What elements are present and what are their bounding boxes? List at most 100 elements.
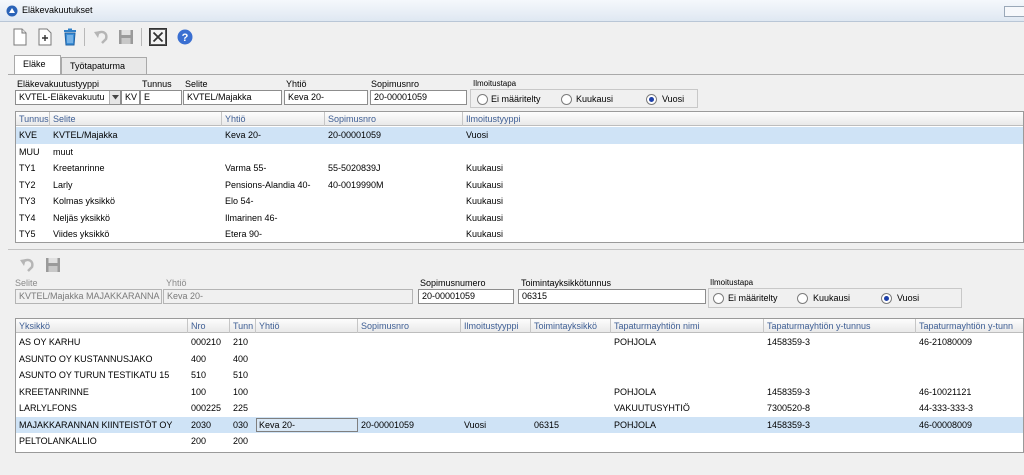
close-button[interactable] bbox=[148, 27, 168, 47]
company-field[interactable]: Keva 20- bbox=[284, 90, 368, 105]
table-cell: Vuosi bbox=[464, 419, 487, 430]
close-icon bbox=[149, 28, 167, 46]
chevron-down-icon[interactable] bbox=[109, 91, 120, 104]
lower-contract-label: Sopimusnumero bbox=[420, 278, 486, 288]
table-cell: MUU bbox=[19, 146, 40, 157]
code-field[interactable]: E bbox=[140, 90, 182, 105]
column-header[interactable]: Nro bbox=[188, 319, 230, 333]
table-row[interactable]: TY3 Kolmas yksikkö Elo 54- Kuukausi bbox=[16, 193, 1023, 210]
table-cell: VAKUUTUSYHTIÖ bbox=[614, 403, 690, 413]
toolbar-separator bbox=[141, 28, 142, 46]
radio-monthly[interactable] bbox=[561, 94, 572, 105]
table-cell: Larly bbox=[53, 179, 73, 190]
table-cell: AS OY KARHU bbox=[19, 337, 81, 347]
table-cell: Elo 54- bbox=[225, 196, 254, 206]
column-header[interactable]: Tapaturmayhtiön nimi bbox=[611, 319, 764, 333]
table-cell: KVE bbox=[19, 130, 38, 140]
table-cell: 200 bbox=[233, 436, 249, 446]
table-row[interactable]: TY1 Kreetanrinne Varma 55- 55-5020839J Kuuka… bbox=[16, 160, 1023, 177]
add-button[interactable] bbox=[35, 27, 55, 47]
table-row[interactable]: MAJAKKARANNAN KIINTEISTÖT OY 2030 030 Keva … bbox=[16, 416, 1023, 433]
table-cell: 46-10021121 bbox=[919, 386, 972, 397]
table-row[interactable]: KREETANRINNE 100 100 POHJOLA 1458359-3 46-100… bbox=[16, 384, 1023, 401]
column-header[interactable]: Ilmoitustyyppi bbox=[461, 319, 531, 333]
detail-undo-button[interactable] bbox=[17, 255, 37, 275]
column-header[interactable]: Tapaturmayhtiön y-tunn bbox=[916, 319, 1023, 333]
radio-label: Kuukausi bbox=[813, 293, 851, 303]
table-cell: Kuukausi bbox=[466, 163, 504, 173]
table-cell: 000225 bbox=[191, 403, 222, 413]
tab-tyotapaturma[interactable]: Työtapaturma bbox=[61, 57, 147, 75]
lower-radio-yearly[interactable] bbox=[881, 293, 892, 304]
column-header[interactable]: Tapaturmayhtiön y-tunnus bbox=[764, 319, 916, 333]
undo-button[interactable] bbox=[91, 27, 111, 47]
table-row[interactable]: ASUNTO OY TURUN TESTIKATU 15 510 510 bbox=[16, 367, 1023, 384]
lower-company-field: Keva 20- bbox=[163, 289, 413, 304]
radio-not-defined[interactable] bbox=[477, 94, 488, 105]
lower-radio-not-defined[interactable] bbox=[713, 293, 724, 304]
table-cell: Ilmarinen 46- bbox=[225, 212, 278, 223]
code-prefix-field[interactable]: KV bbox=[121, 90, 140, 105]
table-cell: 20-00001059 bbox=[328, 130, 382, 140]
tab-elake[interactable]: Eläke bbox=[14, 55, 61, 75]
table-cell: 000210 bbox=[191, 337, 222, 347]
table-cell: 06315 bbox=[534, 419, 560, 430]
add-icon bbox=[38, 28, 52, 46]
window-control-button[interactable] bbox=[1004, 6, 1024, 17]
radio-label: Vuosi bbox=[662, 94, 685, 104]
type-value: KVTEL-Eläkevakuutu bbox=[19, 92, 105, 102]
toolbar-separator bbox=[84, 28, 85, 46]
lower-desc-label: Selite bbox=[15, 278, 38, 288]
column-header[interactable]: Sopimusnro bbox=[358, 319, 461, 333]
column-header[interactable]: Toimintayksikkö bbox=[531, 319, 611, 333]
column-header[interactable]: Ilmoitustyyppi bbox=[463, 112, 1023, 126]
table-cell: POHJOLA bbox=[614, 337, 657, 347]
table-cell: Kuukausi bbox=[466, 229, 504, 239]
office-field[interactable]: 06315 bbox=[518, 289, 706, 304]
table-cell: 030 bbox=[233, 419, 249, 430]
table-row[interactable]: TY4 Neljäs yksikkö Ilmarinen 46- Kuukausi bbox=[16, 210, 1023, 227]
detail-save-button[interactable] bbox=[43, 255, 63, 275]
table-row[interactable]: TY5 Viides yksikkö Etera 90- Kuukausi bbox=[16, 226, 1023, 242]
table-cell: 55-5020839J bbox=[328, 163, 381, 173]
table-cell: Kuukausi bbox=[466, 179, 504, 190]
delete-button[interactable] bbox=[60, 27, 80, 47]
desc-field[interactable]: KVTEL/Majakka bbox=[183, 90, 282, 105]
table-row[interactable]: TY2 Larly Pensions-Alandia 40- 40-0019990M K… bbox=[16, 177, 1023, 194]
help-button[interactable]: ? bbox=[175, 27, 195, 47]
new-document-icon bbox=[13, 28, 27, 46]
table-cell: TY3 bbox=[19, 196, 36, 206]
tab-divider bbox=[8, 74, 1024, 75]
table-cell: Kuukausi bbox=[466, 212, 504, 223]
title-bar: Eläkevakuutukset bbox=[0, 0, 1024, 22]
lower-contract-field[interactable]: 20-00001059 bbox=[418, 289, 514, 304]
lower-radio-monthly[interactable] bbox=[797, 293, 808, 304]
new-document-button[interactable] bbox=[10, 27, 30, 47]
column-header[interactable]: Sopimusnro bbox=[325, 112, 463, 126]
save-icon bbox=[46, 258, 60, 272]
save-button[interactable] bbox=[116, 27, 136, 47]
column-header[interactable]: Yhtiö bbox=[222, 112, 325, 126]
table-cell: 400 bbox=[233, 353, 249, 364]
column-header[interactable]: Tunn bbox=[230, 319, 256, 333]
detail-toolbar bbox=[0, 253, 1024, 277]
column-header[interactable]: Yksikkö bbox=[16, 319, 188, 333]
table-cell: Etera 90- bbox=[225, 229, 263, 239]
table-cell: 400 bbox=[191, 353, 207, 364]
table-row[interactable]: KVE KVTEL/Majakka Keva 20- 20-00001059 Vuosi bbox=[16, 127, 1023, 144]
column-header[interactable]: Tunnus bbox=[16, 112, 50, 126]
column-header[interactable]: Yhtiö bbox=[256, 319, 358, 333]
section-divider bbox=[8, 249, 1024, 250]
contract-field[interactable]: 20-00001059 bbox=[370, 90, 467, 105]
table-cell: 100 bbox=[191, 386, 207, 397]
table-row[interactable]: LARLYLFONS 000225 225 VAKUUTUSYHTIÖ 7300520-… bbox=[16, 400, 1023, 417]
table-row[interactable]: ASUNTO OY KUSTANNUSJAKO 400 400 bbox=[16, 351, 1023, 368]
radio-yearly[interactable] bbox=[646, 94, 657, 105]
table-cell: TY5 bbox=[19, 229, 36, 239]
type-combo[interactable]: KVTEL-Eläkevakuutu bbox=[15, 90, 121, 105]
table-row[interactable]: PELTOLANKALLIO 200 200 bbox=[16, 433, 1023, 450]
contract-label: Sopimusnro bbox=[371, 79, 420, 89]
table-row[interactable]: AS OY KARHU 000210 210 POHJOLA 1458359-3 46-2… bbox=[16, 334, 1023, 351]
table-row[interactable]: MUU muut bbox=[16, 144, 1023, 161]
column-header[interactable]: Selite bbox=[50, 112, 222, 126]
